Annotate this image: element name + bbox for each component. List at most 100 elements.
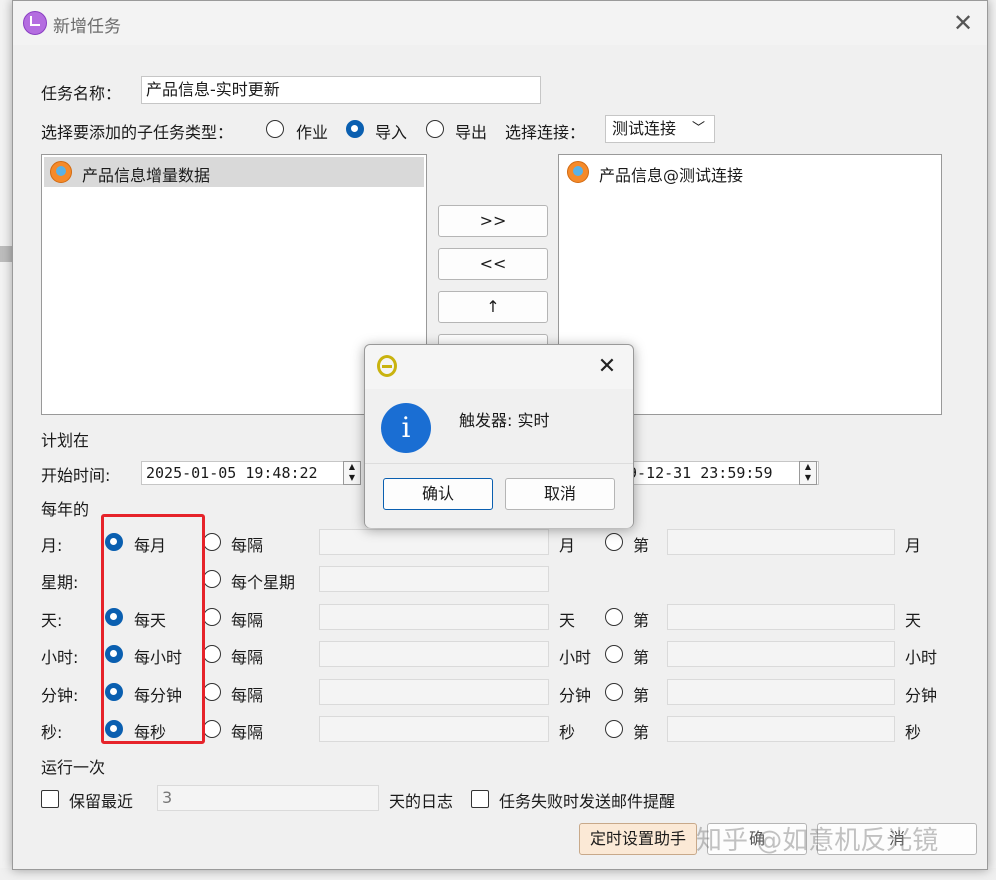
spin-down-icon: ▼ — [348, 473, 356, 482]
month-unit-label: 月 — [559, 536, 576, 555]
end-time-input[interactable]: 9-12-31 23:59:59 — [623, 461, 819, 485]
move-up-button[interactable]: ↑ — [438, 291, 548, 323]
nth-day-unit-label: 天 — [905, 611, 922, 630]
connection-select[interactable]: 测试连接 ﹀ — [605, 115, 715, 143]
start-time-input[interactable]: 2025-01-05 19:48:22 — [141, 461, 361, 485]
schedule-helper-button[interactable]: 定时设置助手 — [579, 823, 697, 855]
nth-month-label: 第 — [633, 536, 650, 555]
nth-month-input[interactable] — [667, 529, 895, 555]
email-alert-checkbox[interactable] — [471, 790, 489, 808]
chevron-down-icon: ﹀ — [692, 121, 706, 136]
radio-hour-interval[interactable] — [203, 645, 221, 663]
close-icon[interactable]: ✕ — [593, 353, 621, 381]
add-all-button[interactable]: >> — [438, 205, 548, 237]
list-item-label: 产品信息@测试连接 — [599, 166, 744, 185]
start-time-label: 开始时间: — [41, 466, 111, 485]
keep-logs-label: 保留最近 — [69, 792, 134, 811]
nth-month-unit-label: 月 — [905, 536, 922, 555]
keep-days-input[interactable]: 3 — [157, 785, 379, 811]
ok-button[interactable]: 确认 — [383, 478, 493, 510]
task-name-input[interactable]: 产品信息-实时更新 — [141, 76, 541, 104]
list-item-label: 产品信息增量数据 — [82, 166, 211, 185]
month-interval-label: 每隔 — [231, 536, 264, 555]
end-time-spinner[interactable]: ▲ ▼ — [799, 461, 817, 485]
message-cancel-button[interactable]: 取消 — [505, 478, 615, 510]
radio-import[interactable] — [346, 120, 364, 138]
radio-second-interval[interactable] — [203, 720, 221, 738]
plan-label: 计划在 — [41, 431, 90, 450]
subtask-type-label: 选择要添加的子任务类型： — [41, 123, 234, 142]
nth-minute-unit-label: 分钟 — [905, 686, 938, 705]
radio-minute-interval[interactable] — [203, 683, 221, 701]
nth-minute-label: 第 — [633, 686, 650, 705]
second-interval-label: 每隔 — [231, 723, 264, 742]
dialog-titlebar: 新增任务 ✕ — [13, 1, 987, 45]
day-label: 天: — [41, 611, 63, 630]
remove-all-button[interactable]: << — [438, 248, 548, 280]
trigger-message-box: ✕ i 触发器: 实时 确认 取消 — [364, 344, 634, 528]
email-alert-label: 任务失败时发送邮件提醒 — [499, 792, 676, 811]
upload-logo-icon — [567, 161, 589, 183]
nth-day-input[interactable] — [667, 604, 895, 630]
radio-export-label: 导出 — [455, 123, 488, 142]
nth-day-label: 第 — [633, 611, 650, 630]
radio-day-interval[interactable] — [203, 608, 221, 626]
message-button-bar: 确认 取消 — [365, 463, 633, 528]
second-label: 秒: — [41, 723, 63, 742]
background-bar — [0, 246, 12, 262]
radio-nth-hour[interactable] — [605, 645, 623, 663]
radio-month-interval[interactable] — [203, 533, 221, 551]
radio-nth-month[interactable] — [605, 533, 623, 551]
highlight-annotation-box — [101, 514, 205, 744]
start-time-spinner[interactable]: ▲ ▼ — [343, 461, 361, 485]
days-log-label: 天的日志 — [389, 792, 454, 811]
radio-import-label: 导入 — [375, 123, 408, 142]
month-interval-input[interactable] — [319, 529, 549, 555]
nth-hour-unit-label: 小时 — [905, 648, 938, 667]
radio-nth-second[interactable] — [605, 720, 623, 738]
hour-interval-input[interactable] — [319, 641, 549, 667]
second-unit-label: 秒 — [559, 723, 576, 742]
minute-interval-input[interactable] — [319, 679, 549, 705]
connection-label: 选择连接： — [505, 123, 586, 142]
minute-unit-label: 分钟 — [559, 686, 592, 705]
info-icon: i — [381, 403, 431, 453]
radio-export[interactable] — [426, 120, 444, 138]
radio-every-week[interactable] — [203, 570, 221, 588]
app-logo-icon — [23, 11, 47, 35]
app-logo-icon — [377, 355, 397, 377]
run-once-label: 运行一次 — [41, 758, 106, 777]
connection-select-value: 测试连接 — [612, 119, 677, 138]
spin-up-icon: ▲ — [804, 462, 812, 471]
day-interval-label: 每隔 — [231, 611, 264, 630]
nth-second-unit-label: 秒 — [905, 723, 922, 742]
hour-unit-label: 小时 — [559, 648, 592, 667]
dialog-title: 新增任务 — [53, 17, 121, 37]
hour-label: 小时: — [41, 648, 79, 667]
day-unit-label: 天 — [559, 611, 576, 630]
radio-nth-minute[interactable] — [605, 683, 623, 701]
radio-job[interactable] — [266, 120, 284, 138]
radio-job-label: 作业 — [296, 123, 329, 142]
nth-second-input[interactable] — [667, 716, 895, 742]
month-label: 月: — [41, 536, 63, 555]
spin-down-icon: ▼ — [804, 473, 812, 482]
second-interval-input[interactable] — [319, 716, 549, 742]
yearly-label: 每年的 — [41, 500, 90, 519]
keep-logs-checkbox[interactable] — [41, 790, 59, 808]
nth-second-label: 第 — [633, 723, 650, 742]
message-titlebar: ✕ — [365, 345, 633, 389]
minute-label: 分钟: — [41, 686, 79, 705]
spin-up-icon: ▲ — [348, 462, 356, 471]
week-label: 星期: — [41, 573, 79, 592]
nth-minute-input[interactable] — [667, 679, 895, 705]
nth-hour-label: 第 — [633, 648, 650, 667]
day-interval-input[interactable] — [319, 604, 549, 630]
nth-hour-input[interactable] — [667, 641, 895, 667]
close-icon[interactable]: ✕ — [949, 9, 977, 37]
upload-logo-icon — [50, 161, 72, 183]
week-input[interactable] — [319, 566, 549, 592]
watermark: 知乎 @如意机反光镜 — [696, 826, 939, 856]
hour-interval-label: 每隔 — [231, 648, 264, 667]
radio-nth-day[interactable] — [605, 608, 623, 626]
